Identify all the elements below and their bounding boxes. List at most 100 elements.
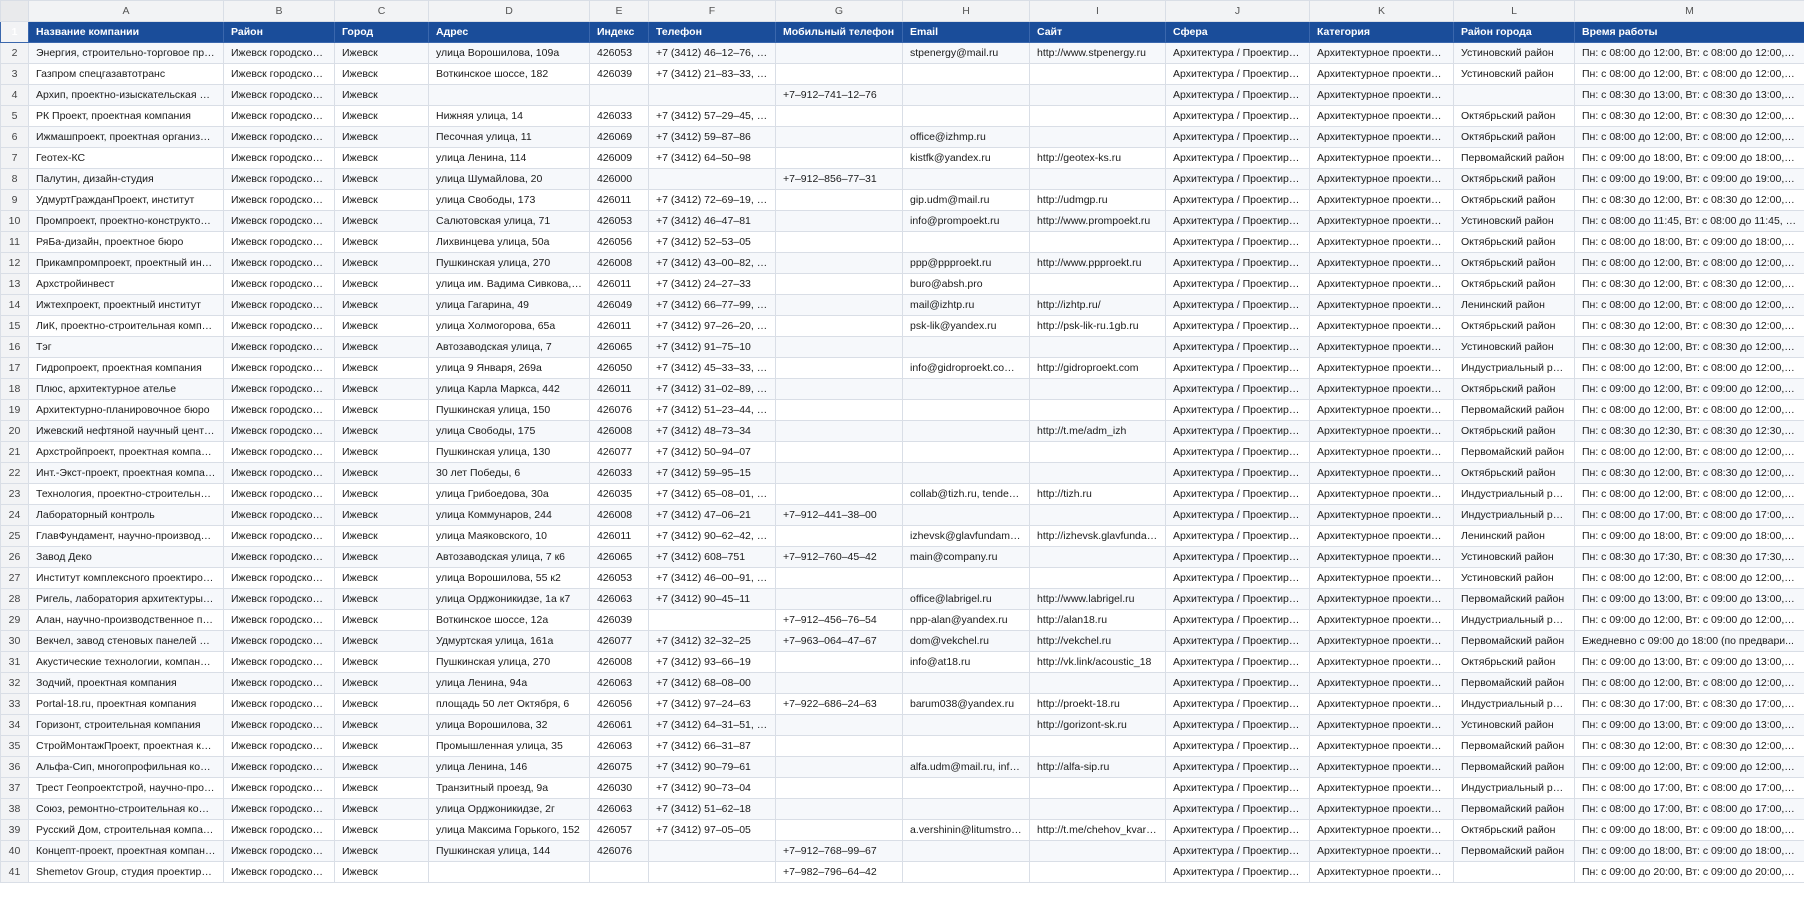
table-cell[interactable]: +7‒912‒768‒99‒67 [775,840,903,862]
table-cell[interactable]: Архитектурное проектиро... [1309,777,1454,799]
table-cell[interactable] [775,252,903,274]
table-cell[interactable]: http://geotex-ks.ru [1029,147,1166,169]
table-cell[interactable]: Первомайский район [1453,147,1575,169]
table-cell[interactable]: Ежедневно с 09:00 до 18:00 (по предвари.… [1574,630,1804,652]
table-cell[interactable]: +7 (3412) 43‒00‒82, +7... [648,252,776,274]
table-cell[interactable]: Ижевск [334,462,429,484]
table-cell[interactable]: 426069 [589,126,649,148]
table-cell[interactable] [775,735,903,757]
table-cell[interactable]: Ижевск [334,693,429,715]
table-cell[interactable]: Октябрьский район [1453,126,1575,148]
table-cell[interactable]: Ижевск городской округ [223,84,335,106]
table-cell[interactable]: dom@vekchel.ru [902,630,1030,652]
table-cell[interactable]: Пн: с 08:30 до 12:30, Вт: с 08:30 до 12:… [1574,420,1804,442]
table-cell[interactable] [428,84,590,106]
table-cell[interactable]: Пн: с 08:00 до 12:00, Вт: с 08:00 до 12:… [1574,252,1804,274]
table-cell[interactable]: 30 лет Победы, 6 [428,462,590,484]
table-cell[interactable]: http://izhevsk.glavfundam... [1029,525,1166,547]
table-cell[interactable]: Ижевск городской округ [223,315,335,337]
table-cell[interactable]: Прикампромпроект, проектный инст... [28,252,224,274]
table-cell[interactable]: http://gorizont-sk.ru [1029,714,1166,736]
table-cell[interactable] [428,861,590,883]
table-cell[interactable] [1029,126,1166,148]
table-cell[interactable]: Ижевск [334,861,429,883]
table-cell[interactable]: Палутин, дизайн-студия [28,168,224,190]
table-cell[interactable]: +7 (3412) 47‒06‒21 [648,504,776,526]
table-cell[interactable]: Архитектурное проектиро... [1309,861,1454,883]
row-number[interactable]: 19 [0,399,29,421]
table-cell[interactable]: mail@izhtp.ru [902,294,1030,316]
table-cell[interactable] [775,462,903,484]
table-cell[interactable]: http://psk-lik-ru.1gb.ru [1029,315,1166,337]
table-cell[interactable]: Зодчий, проектная компания [28,672,224,694]
table-cell[interactable]: Индустриальный рай... [1453,693,1575,715]
table-cell[interactable]: Ижевск [334,378,429,400]
table-cell[interactable]: Пн: с 09:00 до 18:00, Вт: с 09:00 до 18:… [1574,840,1804,862]
table-cell[interactable] [902,861,1030,883]
table-cell[interactable]: Транзитный проезд, 9а [428,777,590,799]
row-number[interactable]: 26 [0,546,29,568]
table-cell[interactable]: +7‒922‒686‒24‒63 [775,693,903,715]
table-cell[interactable]: улица Холмогорова, 65а [428,315,590,337]
table-cell[interactable]: Архитектура / Проектиров... [1165,315,1310,337]
table-cell[interactable]: Нижняя улица, 14 [428,105,590,127]
table-cell[interactable]: +7 (3412) 90‒79‒61 [648,756,776,778]
table-cell[interactable]: Октябрьский район [1453,105,1575,127]
table-cell[interactable]: улица Коммунаров, 244 [428,504,590,526]
header-cell[interactable]: Адрес [428,21,590,43]
table-cell[interactable]: Пн: с 09:00 до 12:00, Вт: с 09:00 до 12:… [1574,378,1804,400]
table-cell[interactable]: Пушкинская улица, 270 [428,252,590,274]
table-cell[interactable]: Архитектура / Проектиров... [1165,609,1310,631]
table-cell[interactable]: Архитектурное проектиро... [1309,357,1454,379]
table-cell[interactable] [1029,378,1166,400]
table-cell[interactable]: улица Орджоникидзе, 2г [428,798,590,820]
table-cell[interactable]: http://www.ppproekt.ru [1029,252,1166,274]
table-cell[interactable]: Архитектура / Проектиров... [1165,126,1310,148]
table-cell[interactable] [1029,231,1166,253]
table-cell[interactable]: Пн: с 08:00 до 12:00, Вт: с 08:00 до 12:… [1574,567,1804,589]
header-cell[interactable]: Сфера [1165,21,1310,43]
table-cell[interactable]: 426033 [589,105,649,127]
table-cell[interactable]: Пн: с 09:00 до 20:00, Вт: с 09:00 до 20:… [1574,861,1804,883]
table-cell[interactable] [902,840,1030,862]
table-cell[interactable]: Архитектура / Проектиров... [1165,84,1310,106]
table-cell[interactable]: Ижевск городской округ [223,588,335,610]
table-cell[interactable]: улица Ворошилова, 55 к2 [428,567,590,589]
table-cell[interactable] [775,294,903,316]
table-cell[interactable]: Ижевск [334,336,429,358]
table-cell[interactable]: улица им. Вадима Сивкова, 279 [428,273,590,295]
table-cell[interactable] [902,462,1030,484]
table-cell[interactable]: Архитектурное проектиро... [1309,105,1454,127]
table-cell[interactable]: +7 (3412) 50‒94‒07 [648,441,776,463]
row-number[interactable]: 3 [0,63,29,85]
header-cell[interactable]: Город [334,21,429,43]
table-cell[interactable]: Архитектура / Проектиров... [1165,105,1310,127]
row-number[interactable]: 39 [0,819,29,841]
row-number[interactable]: 20 [0,420,29,442]
table-cell[interactable]: Архитектурное проектиро... [1309,651,1454,673]
row-number[interactable]: 29 [0,609,29,631]
table-cell[interactable]: Пн: с 08:00 до 18:00, Вт: с 09:00 до 18:… [1574,231,1804,253]
table-cell[interactable] [902,231,1030,253]
table-cell[interactable]: Векчел, завод стеновых панелей для ... [28,630,224,652]
row-number[interactable]: 5 [0,105,29,127]
table-cell[interactable]: Архитектура / Проектиров... [1165,63,1310,85]
table-cell[interactable]: Архитектура / Проектиров... [1165,357,1310,379]
table-cell[interactable]: Архитектурное проектиро... [1309,630,1454,652]
table-cell[interactable]: Ижевск [334,357,429,379]
table-cell[interactable]: +7 (3412) 90‒73‒04 [648,777,776,799]
table-cell[interactable]: Пн: с 08:00 до 12:00, Вт: с 08:00 до 12:… [1574,672,1804,694]
table-cell[interactable]: +7 (3412) 65‒08‒01, +7... [648,483,776,505]
table-cell[interactable]: Первомайский район [1453,441,1575,463]
table-cell[interactable]: Архитектура / Проектиров... [1165,147,1310,169]
table-cell[interactable]: Пн: с 08:30 до 17:30, Вт: с 08:30 до 17:… [1574,546,1804,568]
table-cell[interactable]: +7 (3412) 21‒83‒33, +7... [648,63,776,85]
table-cell[interactable]: +7‒912‒760‒45‒42 [775,546,903,568]
table-cell[interactable]: Архитектурное проектиро... [1309,546,1454,568]
table-cell[interactable]: улица Свободы, 173 [428,189,590,211]
table-cell[interactable]: Ижевск городской округ [223,357,335,379]
table-cell[interactable]: http://udmgp.ru [1029,189,1166,211]
row-number[interactable]: 35 [0,735,29,757]
table-cell[interactable] [902,420,1030,442]
row-number[interactable]: 4 [0,84,29,106]
